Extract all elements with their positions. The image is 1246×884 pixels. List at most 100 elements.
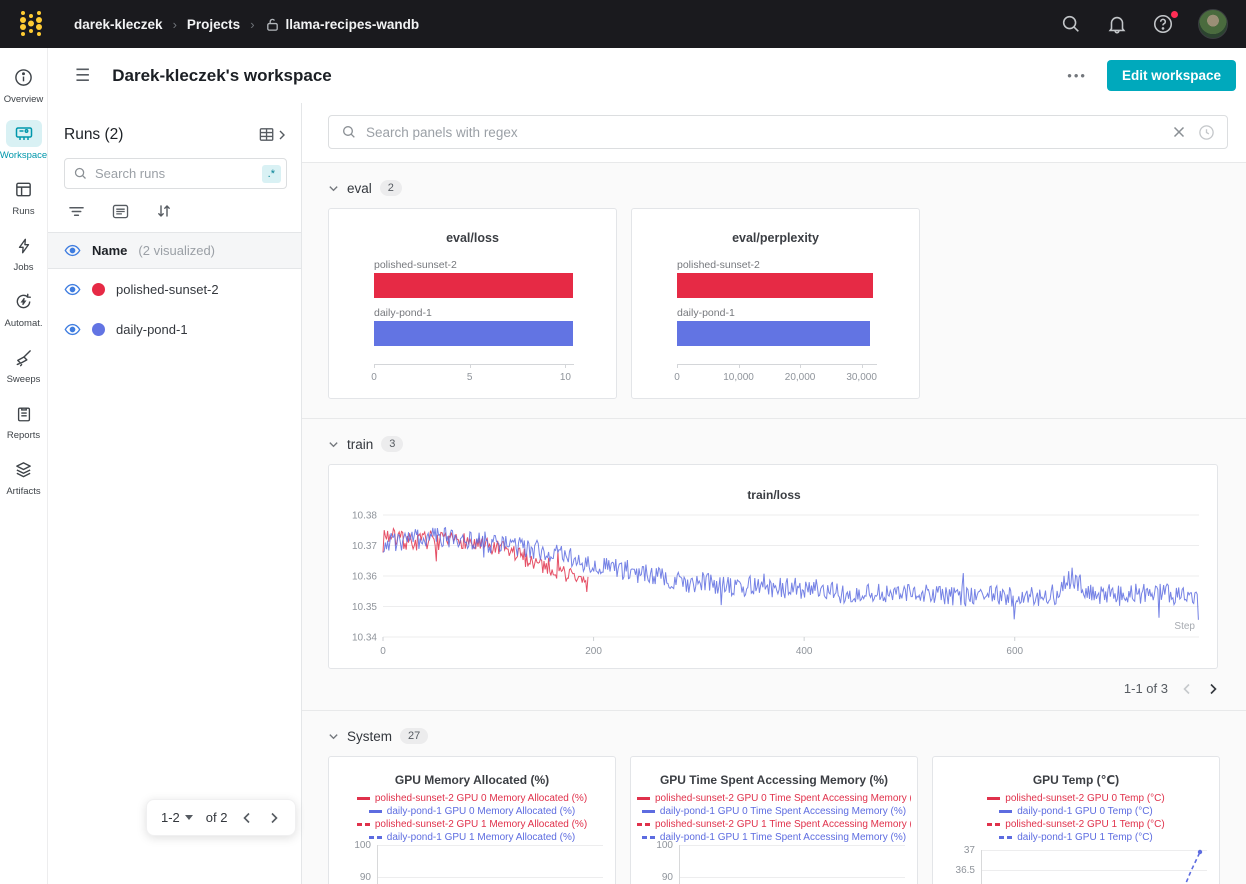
- notifications-bell-icon[interactable]: [1106, 13, 1128, 35]
- chart-legend: polished-sunset-2 GPU 0 Temp (°C)daily-p…: [939, 792, 1213, 844]
- bar-label: daily-pond-1: [374, 307, 432, 319]
- clear-search-icon[interactable]: [1172, 125, 1186, 139]
- group-list-icon[interactable]: [112, 204, 129, 219]
- search-history-icon[interactable]: [1198, 124, 1215, 141]
- chart-title: eval/perplexity: [632, 231, 919, 245]
- section-name: System: [347, 729, 392, 744]
- section-system-header[interactable]: System 27: [328, 711, 1220, 756]
- chart-panel-train-loss[interactable]: train/loss10.3810.3710.3610.3510.3402004…: [328, 464, 1218, 669]
- tick-mark: [862, 364, 863, 368]
- sidebar-item-reports[interactable]: Reports: [0, 398, 48, 447]
- workspace-title: Darek-kleczek's workspace: [112, 66, 332, 86]
- prev-panel-page-button[interactable]: [1180, 682, 1194, 696]
- legend-swatch-icon: [637, 823, 650, 826]
- legend-entry: polished-sunset-2 GPU 0 Memory Allocated…: [357, 792, 587, 805]
- run-row-daily-pond-1[interactable]: daily-pond-1: [48, 309, 301, 349]
- filter-icon[interactable]: [68, 204, 85, 219]
- gridline: [679, 877, 905, 878]
- legend-label: polished-sunset-2 GPU 0 Time Spent Acces…: [655, 793, 911, 804]
- sidebar-item-overview[interactable]: Overview: [0, 62, 48, 111]
- overflow-menu-button[interactable]: •••: [1067, 68, 1087, 83]
- bar-chart-eval/perplexity[interactable]: eval/perplexitypolished-sunset-2daily-po…: [631, 208, 920, 399]
- chart-legend: polished-sunset-2 GPU 0 Time Spent Acces…: [637, 792, 911, 844]
- info-circle-icon: [6, 64, 42, 91]
- svg-text:0: 0: [380, 646, 386, 657]
- next-page-button[interactable]: [267, 811, 281, 825]
- search-icon: [341, 124, 357, 140]
- chart-panel-gpu-memory-allocated[interactable]: GPU Memory Allocated (%) polished-sunset-…: [328, 756, 616, 884]
- tick-mark: [739, 364, 740, 368]
- breadcrumb-separator: ›: [250, 17, 254, 32]
- bar-chart-eval/loss[interactable]: eval/losspolished-sunset-2daily-pond-105…: [328, 208, 617, 399]
- sidebar-item-artifacts[interactable]: Artifacts: [0, 454, 48, 503]
- section-train-header[interactable]: train 3: [328, 419, 1220, 464]
- visualized-count: (2 visualized): [138, 243, 215, 258]
- sidebar-item-automations[interactable]: Automat.: [0, 286, 48, 335]
- navbar-actions: [1060, 9, 1228, 39]
- breadcrumb-user[interactable]: darek-kleczek: [74, 17, 163, 32]
- section-name: train: [347, 437, 373, 452]
- legend-label: polished-sunset-2 GPU 0 Temp (°C): [1005, 793, 1164, 804]
- legend-label: daily-pond-1 GPU 1 Time Spent Accessing …: [660, 832, 906, 843]
- legend-swatch-icon: [369, 836, 382, 839]
- edit-workspace-button[interactable]: Edit workspace: [1107, 60, 1236, 91]
- tick-label: 100: [639, 840, 673, 851]
- eye-visibility-icon[interactable]: [64, 323, 81, 336]
- legend-swatch-icon: [999, 836, 1012, 839]
- chevron-down-icon: [328, 183, 339, 194]
- legend-entry: polished-sunset-2 GPU 1 Time Spent Acces…: [637, 818, 911, 831]
- search-icon: [73, 166, 88, 181]
- eye-visibility-icon[interactable]: [64, 244, 81, 257]
- help-icon[interactable]: [1152, 13, 1174, 35]
- run-row-polished-sunset-2[interactable]: polished-sunset-2: [48, 269, 301, 309]
- column-header-name[interactable]: Name: [92, 243, 127, 258]
- section-eval-header[interactable]: eval 2: [328, 163, 1220, 208]
- chart-panel-gpu-temp[interactable]: GPU Temp (℃) polished-sunset-2 GPU 0 Temp…: [932, 756, 1220, 884]
- chevron-down-icon: [328, 439, 339, 450]
- regex-toggle-button[interactable]: .*: [262, 165, 281, 183]
- tick-mark: [374, 364, 375, 368]
- tick-label: 10,000: [723, 372, 754, 383]
- eye-visibility-icon[interactable]: [64, 283, 81, 296]
- workspace-header: ☰ Darek-kleczek's workspace ••• Edit wor…: [48, 48, 1246, 103]
- gridline: [981, 870, 1207, 871]
- wandb-logo[interactable]: [14, 7, 48, 41]
- runs-search-input[interactable]: [95, 166, 262, 181]
- chart-title: GPU Memory Allocated (%): [329, 773, 615, 787]
- bar-polished-sunset-2: [677, 273, 873, 298]
- y-axis: [679, 845, 680, 884]
- breadcrumb-project[interactable]: llama-recipes-wandb: [265, 17, 420, 32]
- chevron-down-icon: [328, 731, 339, 742]
- sidebar-item-sweeps[interactable]: Sweeps: [0, 342, 48, 391]
- page-range-dropdown[interactable]: 1-2: [161, 810, 193, 825]
- expand-runs-table-button[interactable]: [258, 125, 287, 144]
- legend-label: daily-pond-1 GPU 1 Memory Allocated (%): [387, 832, 575, 843]
- breadcrumb-projects[interactable]: Projects: [187, 17, 240, 32]
- sort-icon[interactable]: [156, 203, 172, 219]
- sidebar-item-jobs[interactable]: Jobs: [0, 230, 48, 279]
- chart-panel-gpu-time-accessing-memory[interactable]: GPU Time Spent Accessing Memory (%)polis…: [630, 756, 918, 884]
- sidebar-item-workspace[interactable]: Workspace: [0, 118, 48, 167]
- panel-search-input[interactable]: [366, 125, 1160, 140]
- run-color-dot: [92, 323, 105, 336]
- left-nav-rail: Overview Workspace Runs Jobs Automat.: [0, 48, 48, 884]
- hamburger-menu-icon[interactable]: ☰: [75, 67, 90, 84]
- user-avatar[interactable]: [1198, 9, 1228, 39]
- legend-entry: daily-pond-1 GPU 0 Time Spent Accessing …: [642, 805, 906, 818]
- chart-title: GPU Temp (℃): [933, 773, 1219, 787]
- svg-text:10.34: 10.34: [352, 633, 377, 644]
- legend-swatch-icon: [642, 836, 655, 839]
- legend-entry: polished-sunset-2 GPU 0 Temp (°C): [987, 792, 1164, 805]
- x-axis: [677, 364, 877, 365]
- next-panel-page-button[interactable]: [1206, 682, 1220, 696]
- tick-label: 10: [560, 372, 571, 383]
- sidebar-item-label: Runs: [12, 206, 34, 217]
- svg-text:10.35: 10.35: [352, 602, 377, 613]
- search-icon[interactable]: [1060, 13, 1082, 35]
- sidebar-item-runs[interactable]: Runs: [0, 174, 48, 223]
- chart-legend: polished-sunset-2 GPU 0 Memory Allocated…: [335, 792, 609, 844]
- legend-label: polished-sunset-2 GPU 1 Temp (°C): [1005, 819, 1164, 830]
- prev-page-button[interactable]: [240, 811, 254, 825]
- train-loss-canvas: train/loss10.3810.3710.3610.3510.3402004…: [329, 465, 1217, 668]
- gridline: [981, 850, 1207, 851]
